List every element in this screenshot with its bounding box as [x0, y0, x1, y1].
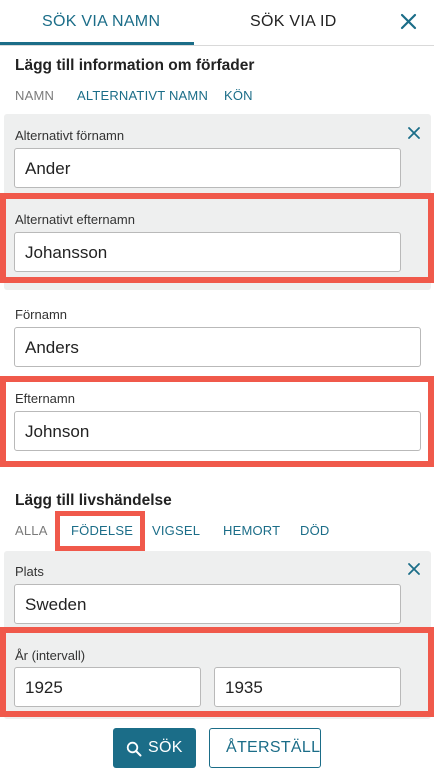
- highlight-last-name: [0, 376, 434, 467]
- subtab-gender[interactable]: KÖN: [224, 88, 253, 103]
- first-name-input[interactable]: Anders: [14, 327, 421, 367]
- subtab-all[interactable]: ALLA: [15, 523, 48, 538]
- life-event-section-title: Lägg till livshändelse: [15, 492, 172, 509]
- highlight-birth-tab: [55, 511, 145, 551]
- ancestor-subtabs: NAMN ALTERNATIVT NAMN KÖN: [0, 88, 434, 108]
- subtab-marriage[interactable]: VIGSEL: [152, 523, 200, 538]
- active-tab-indicator: [0, 42, 194, 45]
- subtab-residence[interactable]: HEMORT: [223, 523, 280, 538]
- first-name-label: Förnamn: [15, 307, 68, 322]
- place-label: Plats: [15, 564, 44, 579]
- search-icon: [126, 741, 142, 757]
- tab-search-by-name[interactable]: SÖK VIA NAMN: [42, 13, 160, 31]
- reset-button[interactable]: ÅTERSTÄLL: [209, 728, 321, 768]
- search-button-label: SÖK: [148, 739, 183, 756]
- search-button[interactable]: SÖK: [113, 728, 196, 768]
- alternative-first-name-label: Alternativt förnamn: [15, 128, 125, 143]
- subtab-death[interactable]: DÖD: [300, 523, 330, 538]
- place-input[interactable]: Sweden: [14, 584, 401, 624]
- subtab-alternative-name[interactable]: ALTERNATIVT NAMN: [77, 88, 208, 103]
- highlight-year-range: [0, 627, 434, 717]
- subtab-name[interactable]: NAMN: [15, 88, 54, 103]
- remove-alternative-name-icon[interactable]: [406, 125, 422, 141]
- alternative-first-name-input[interactable]: Ander: [14, 148, 401, 188]
- ancestor-section-title: Lägg till information om förfader: [15, 57, 255, 74]
- reset-button-label: ÅTERSTÄLL: [226, 739, 321, 756]
- close-icon[interactable]: [398, 8, 420, 34]
- search-mode-tabs: SÖK VIA NAMN SÖK VIA ID: [0, 0, 434, 46]
- highlight-alternative-last-name: [0, 193, 434, 283]
- tab-search-by-id[interactable]: SÖK VIA ID: [250, 13, 337, 31]
- remove-birth-event-icon[interactable]: [406, 561, 422, 577]
